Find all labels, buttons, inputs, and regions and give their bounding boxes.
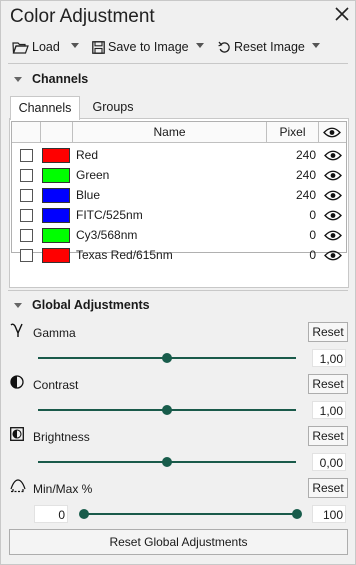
gamma-label: Gamma	[33, 326, 76, 340]
section-divider	[8, 290, 348, 291]
min-max-reset-button[interactable]: Reset	[308, 478, 348, 498]
gamma-value-field[interactable]: 1,00	[312, 349, 346, 367]
reset-global-adjustments-button[interactable]: Reset Global Adjustments	[9, 529, 348, 555]
table-row[interactable]: Texas Red/615nm 0	[12, 245, 346, 265]
channel-checkbox[interactable]	[20, 149, 33, 162]
channel-checkbox[interactable]	[20, 189, 33, 202]
global-adjustments-title: Global Adjustments	[32, 298, 150, 312]
channels-panel: Name Pixel Red 240 Green 240 Blue 240 FITC/525…	[9, 118, 349, 288]
channel-color-swatch[interactable]	[42, 228, 70, 243]
table-row[interactable]: Green 240	[12, 165, 346, 185]
reset-image-label: Reset Image	[234, 40, 305, 54]
table-row[interactable]: Blue 240	[12, 185, 346, 205]
channel-pixel-value: 0	[309, 228, 316, 242]
channel-color-swatch[interactable]	[42, 168, 70, 183]
contrast-reset-button[interactable]: Reset	[308, 374, 348, 394]
folder-open-icon	[12, 41, 29, 54]
table-header: Name Pixel	[12, 122, 346, 143]
channel-checkbox[interactable]	[20, 249, 33, 262]
channel-color-swatch[interactable]	[42, 248, 70, 263]
toolbar: Load Save to Image Reset Image	[8, 36, 348, 58]
min-max-slider-track[interactable]	[84, 513, 297, 515]
brightness-value-field[interactable]: 0,00	[312, 453, 346, 471]
brightness-icon	[10, 427, 24, 441]
header-eye-icon[interactable]	[323, 127, 341, 138]
close-icon[interactable]	[332, 4, 352, 24]
reset-dropdown-caret[interactable]	[312, 43, 320, 48]
channel-checkbox[interactable]	[20, 209, 33, 222]
channel-pixel-value: 240	[295, 188, 316, 202]
contrast-value-field[interactable]: 1,00	[312, 401, 346, 419]
channel-color-swatch[interactable]	[42, 148, 70, 163]
gamma-slider-thumb[interactable]	[162, 353, 172, 363]
load-button[interactable]: Load	[12, 36, 60, 58]
header-pixel[interactable]: Pixel	[267, 122, 319, 142]
contrast-icon	[10, 375, 24, 389]
channel-color-swatch[interactable]	[42, 188, 70, 203]
max-value-field[interactable]: 100	[312, 505, 346, 523]
visibility-eye-icon[interactable]	[324, 190, 342, 201]
gamma-reset-button[interactable]: Reset	[308, 322, 348, 342]
collapse-triangle-icon	[14, 302, 22, 308]
channels-table: Name Pixel Red 240 Green 240 Blue 240 FITC/525…	[11, 121, 347, 263]
table-row[interactable]: Red 240	[12, 145, 346, 165]
channel-pixel-value: 240	[295, 148, 316, 162]
table-row[interactable]: Cy3/568nm 0	[12, 225, 346, 245]
channel-name: Green	[76, 168, 110, 182]
channels-section-header[interactable]: Channels	[14, 72, 88, 86]
reset-image-button[interactable]: Reset Image	[218, 36, 305, 58]
brightness-slider-thumb[interactable]	[162, 457, 172, 467]
visibility-eye-icon[interactable]	[324, 250, 342, 261]
channel-name: Cy3/568nm	[76, 228, 138, 242]
brightness-reset-button[interactable]: Reset	[308, 426, 348, 446]
min-max-icon	[10, 479, 26, 493]
channel-name: Texas Red/615nm	[76, 248, 173, 262]
save-to-image-button[interactable]: Save to Image	[92, 36, 189, 58]
max-slider-thumb[interactable]	[292, 509, 302, 519]
save-icon	[92, 40, 105, 54]
min-slider-thumb[interactable]	[79, 509, 89, 519]
load-label: Load	[32, 40, 60, 54]
brightness-label: Brightness	[33, 430, 90, 444]
window-title: Color Adjustment	[10, 6, 155, 27]
toolbar-divider	[8, 63, 348, 64]
visibility-eye-icon[interactable]	[324, 230, 342, 241]
channel-pixel-value: 240	[295, 168, 316, 182]
contrast-label: Contrast	[33, 378, 79, 392]
visibility-eye-icon[interactable]	[324, 170, 342, 181]
tab-channels[interactable]: Channels	[10, 96, 80, 120]
header-name[interactable]: Name	[73, 122, 267, 142]
channels-section-title: Channels	[32, 72, 89, 86]
channel-name: Blue	[76, 188, 101, 202]
gamma-icon	[10, 323, 23, 337]
contrast-slider-thumb[interactable]	[162, 405, 172, 415]
channel-color-swatch[interactable]	[42, 208, 70, 223]
undo-icon	[218, 41, 230, 53]
min-value-field[interactable]: 0	[34, 505, 68, 523]
save-to-image-label: Save to Image	[108, 40, 189, 54]
global-adjustments-header[interactable]: Global Adjustments	[14, 298, 150, 312]
load-dropdown-caret[interactable]	[71, 43, 79, 48]
header-color-col	[41, 122, 73, 142]
save-dropdown-caret[interactable]	[196, 43, 204, 48]
channel-pixel-value: 0	[309, 208, 316, 222]
channel-checkbox[interactable]	[20, 169, 33, 182]
header-checkbox-col	[12, 122, 41, 142]
channel-name: FITC/525nm	[76, 208, 143, 222]
visibility-eye-icon[interactable]	[324, 150, 342, 161]
visibility-eye-icon[interactable]	[324, 210, 342, 221]
tab-groups[interactable]: Groups	[84, 96, 142, 118]
channel-pixel-value: 0	[309, 248, 316, 262]
table-row[interactable]: FITC/525nm 0	[12, 205, 346, 225]
channel-name: Red	[76, 148, 99, 162]
channel-checkbox[interactable]	[20, 229, 33, 242]
min-max-label: Min/Max %	[33, 482, 93, 496]
collapse-triangle-icon	[14, 76, 22, 82]
